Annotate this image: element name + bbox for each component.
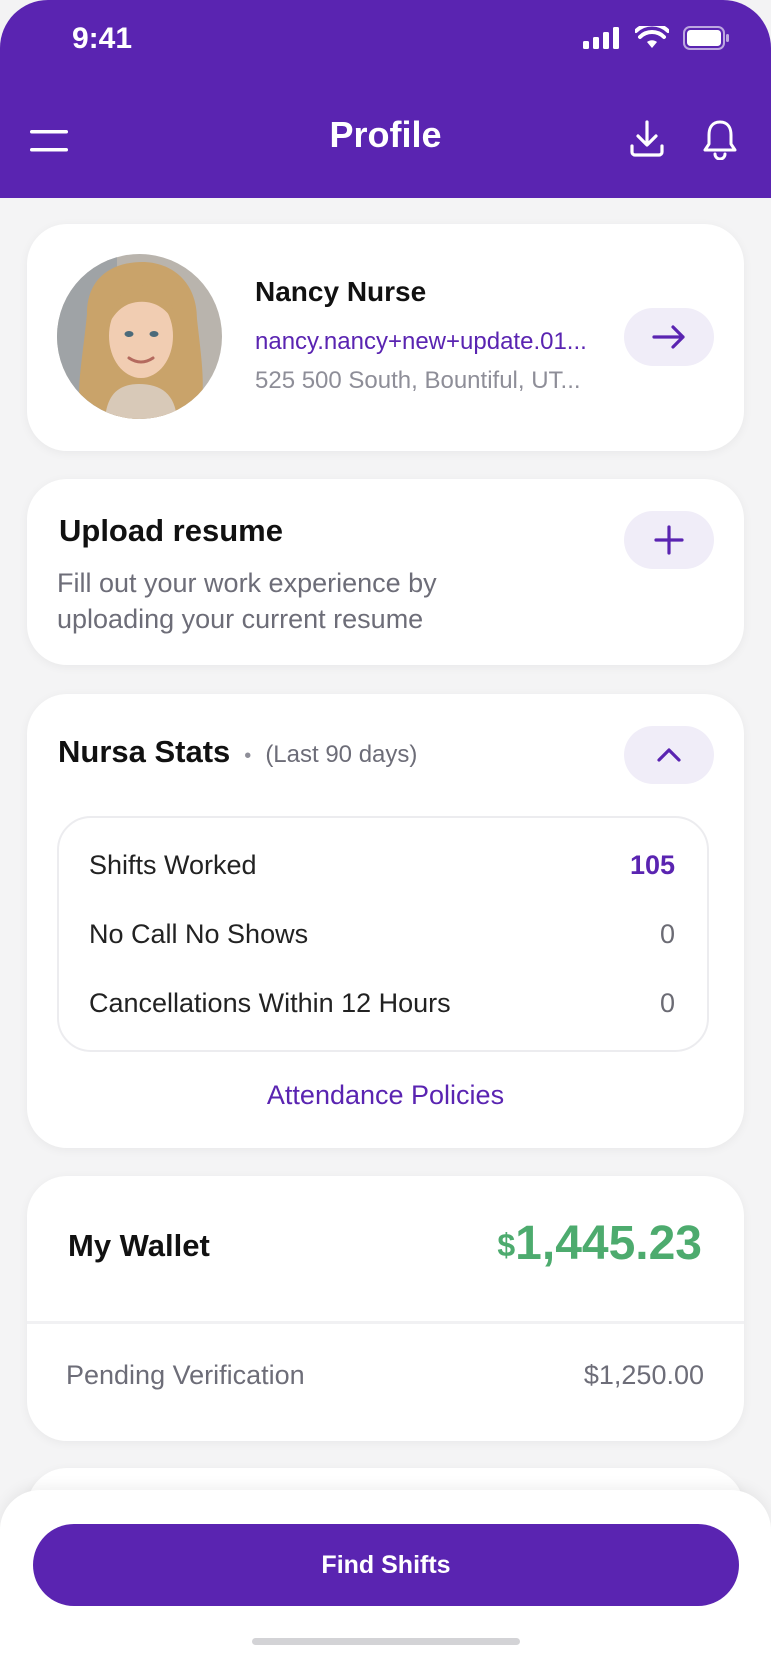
- wallet-amount: 1,445.23: [515, 1217, 702, 1270]
- stats-period: (Last 90 days): [265, 741, 418, 768]
- stat-value: 105: [629, 850, 675, 880]
- plus-icon: [654, 525, 684, 555]
- wallet-title: My Wallet: [68, 1228, 210, 1263]
- stat-label: Shifts Worked: [89, 850, 257, 880]
- stat-row: Shifts Worked 105: [89, 850, 675, 881]
- stat-label: Cancellations Within 12 Hours: [89, 988, 451, 1018]
- upload-resume-description-line2: uploading your current resume: [57, 604, 424, 634]
- collapse-stats-button[interactable]: [624, 726, 714, 784]
- stats-table: Shifts Worked 105 No Call No Shows 0 Can…: [57, 816, 709, 1052]
- upload-resume-button[interactable]: [624, 511, 714, 569]
- stat-row: No Call No Shows 0: [89, 919, 675, 950]
- bottom-bar: Find Shifts: [0, 1490, 771, 1669]
- profile-email: nancy.nancy+new+update.01...: [255, 328, 587, 355]
- find-shifts-button[interactable]: Find Shifts: [33, 1524, 739, 1606]
- status-time: 9:41: [72, 22, 133, 55]
- home-indicator: [252, 1638, 520, 1645]
- upload-resume-description-line1: Fill out your work experience by: [57, 568, 437, 598]
- stats-card: Nursa Stats • (Last 90 days) Shifts Work…: [27, 694, 744, 1148]
- view-profile-button[interactable]: [624, 308, 714, 366]
- pending-value: $1,250.00: [583, 1360, 704, 1390]
- download-button[interactable]: [630, 120, 664, 163]
- wallet-currency: $: [497, 1227, 516, 1263]
- stats-title: Nursa Stats: [58, 734, 231, 769]
- status-icons: [583, 26, 731, 50]
- battery-icon: [683, 26, 729, 50]
- upload-resume-description: Fill out your work experience by uploadi…: [57, 565, 437, 637]
- signal-icon: [583, 27, 619, 49]
- bell-icon: [703, 120, 737, 161]
- stat-label: No Call No Shows: [89, 919, 309, 949]
- stat-row: Cancellations Within 12 Hours 0: [89, 988, 675, 1019]
- avatar: [57, 254, 222, 419]
- stats-header: Nursa Stats • (Last 90 days): [58, 734, 417, 770]
- wallet-balance: $1,445.23: [497, 1216, 702, 1271]
- profile-card[interactable]: Nancy Nurse nancy.nancy+new+update.01...…: [27, 224, 744, 451]
- pending-label: Pending Verification: [66, 1360, 305, 1390]
- profile-name: Nancy Nurse: [255, 276, 427, 307]
- download-icon: [630, 120, 664, 157]
- wifi-icon: [635, 26, 669, 48]
- profile-address: 525 500 South, Bountiful, UT...: [255, 367, 581, 394]
- wallet-card[interactable]: My Wallet $1,445.23 Pending Verification…: [27, 1176, 744, 1441]
- top-header: 9:41 Profile: [0, 0, 771, 198]
- upload-resume-title: Upload resume: [59, 513, 283, 548]
- attendance-policies-link[interactable]: Attendance Policies: [27, 1080, 744, 1111]
- upload-resume-card[interactable]: Upload resume Fill out your work experie…: [27, 479, 744, 665]
- stat-value: 0: [659, 988, 675, 1018]
- stat-value: 0: [659, 919, 675, 949]
- arrow-right-icon: [652, 325, 685, 349]
- app-screen: 9:41 Profile Nancy Nurse nancy.nancy+new…: [0, 0, 771, 1669]
- chevron-up-icon: [657, 748, 681, 762]
- wallet-divider: [27, 1321, 744, 1324]
- stats-separator: •: [244, 745, 252, 767]
- pending-row: Pending Verification $1,250.00: [66, 1360, 704, 1391]
- notifications-button[interactable]: [702, 118, 738, 165]
